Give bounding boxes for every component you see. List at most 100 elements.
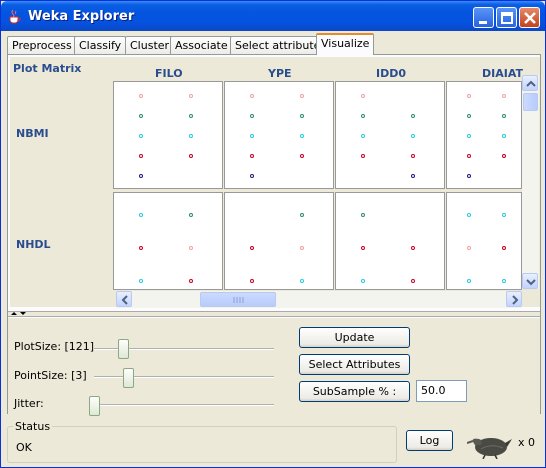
vertical-scroll-thumb[interactable]	[523, 93, 538, 111]
scatter-point	[411, 246, 415, 250]
scatter-point	[250, 134, 254, 138]
scatter-point	[361, 154, 365, 158]
tab-associate[interactable]: Associate	[170, 36, 233, 55]
arrow-left-icon	[121, 295, 128, 305]
java-cup-icon	[9, 9, 21, 24]
scatter-cell-nbmi-diaiat[interactable]	[446, 81, 522, 189]
plotsize-label: PlotSize: [121]	[14, 340, 95, 353]
scatter-cell-nhdl-filo[interactable]	[113, 192, 223, 290]
scatter-point	[467, 134, 471, 138]
minimize-button[interactable]	[473, 7, 494, 28]
scatter-point	[502, 279, 506, 283]
select-attributes-button[interactable]: Select Attributes	[299, 354, 410, 375]
scroll-right-button[interactable]	[506, 291, 522, 307]
plot-matrix-label: Plot Matrix	[13, 62, 82, 75]
status-title: Status	[13, 420, 53, 433]
scatter-point	[411, 174, 415, 178]
update-button[interactable]: Update	[299, 327, 410, 348]
scatter-point	[189, 134, 193, 138]
horizontal-scroll-thumb[interactable]	[200, 292, 276, 307]
scatter-point	[300, 213, 304, 217]
close-button[interactable]	[519, 7, 540, 28]
plotsize-slider-thumb[interactable]	[118, 339, 129, 359]
scatter-cell-nhdl-diaiat[interactable]	[446, 192, 522, 290]
weka-explorer-window: Weka Explorer Preprocess Classify Cluste…	[0, 0, 546, 468]
pointsize-label: PointSize: [3]	[14, 369, 87, 382]
scatter-point	[502, 134, 506, 138]
scatter-point	[361, 279, 365, 283]
title-bar[interactable]: Weka Explorer	[1, 1, 545, 31]
log-button[interactable]: Log	[406, 430, 453, 451]
window-title: Weka Explorer	[28, 9, 135, 24]
scatter-cell-nhdl-ype[interactable]	[224, 192, 334, 290]
arrow-right-icon	[512, 295, 519, 305]
subsample-input[interactable]: 50.0	[416, 380, 467, 402]
scatter-point	[361, 94, 365, 98]
scatter-point	[361, 246, 365, 250]
plot-matrix: Plot Matrix FILO YPE IDD0 DIAIAT NBMI NH…	[10, 57, 540, 308]
scroll-down-button[interactable]	[522, 273, 538, 289]
scatter-point	[300, 134, 304, 138]
scatter-point	[361, 114, 365, 118]
jitter-slider-track[interactable]	[94, 404, 274, 406]
scatter-point	[139, 279, 143, 283]
subsample-button[interactable]: SubSample % :	[299, 381, 410, 402]
scatter-point	[467, 94, 471, 98]
scatter-point	[300, 154, 304, 158]
scroll-left-button[interactable]	[116, 291, 132, 307]
scatter-cell-nhdl-idd0[interactable]	[335, 192, 445, 290]
scatter-point	[502, 213, 506, 217]
scatter-point	[467, 154, 471, 158]
scatter-point	[300, 279, 304, 283]
pointsize-slider-thumb[interactable]	[123, 368, 134, 388]
vertical-scrollbar[interactable]	[522, 75, 539, 289]
weka-bird-icon	[467, 438, 512, 459]
pointsize-slider-track[interactable]	[94, 376, 274, 378]
column-label-diaiat: DIAIAT	[482, 67, 523, 80]
scatter-point	[467, 213, 471, 217]
scatter-point	[139, 114, 143, 118]
scatter-point	[189, 114, 193, 118]
horizontal-scrollbar[interactable]	[116, 291, 522, 308]
scatter-point	[300, 246, 304, 250]
arrow-down-icon	[526, 279, 536, 286]
scatter-point	[250, 279, 254, 283]
scatter-point	[361, 134, 365, 138]
column-label-idd0: IDD0	[376, 67, 407, 80]
tab-visualize[interactable]: Visualize	[316, 33, 375, 55]
close-icon	[524, 12, 536, 24]
scatter-cell-nbmi-filo[interactable]	[113, 81, 223, 189]
scatter-point	[502, 246, 506, 250]
scatter-point	[250, 114, 254, 118]
scatter-point	[502, 94, 506, 98]
scatter-point	[502, 154, 506, 158]
scroll-up-button[interactable]	[522, 75, 538, 91]
split-pane-divider[interactable]	[8, 311, 540, 317]
status-panel: Status OK	[7, 420, 397, 463]
jitter-slider-thumb[interactable]	[89, 396, 100, 416]
maximize-icon	[501, 12, 513, 24]
scatter-point	[300, 94, 304, 98]
scatter-point	[139, 246, 143, 250]
row-label-nbmi: NBMI	[16, 127, 49, 140]
scatter-point	[411, 134, 415, 138]
scatter-point	[189, 154, 193, 158]
column-label-filo: FILO	[155, 67, 183, 80]
task-count: x 0	[518, 436, 536, 449]
scatter-point	[189, 279, 193, 283]
scatter-cell-nbmi-ype[interactable]	[224, 81, 334, 189]
tab-classify[interactable]: Classify	[74, 36, 127, 55]
scatter-point	[189, 246, 193, 250]
scatter-point	[250, 246, 254, 250]
scatter-cell-nbmi-idd0[interactable]	[335, 81, 445, 189]
scatter-point	[467, 114, 471, 118]
scatter-point	[250, 94, 254, 98]
scatter-point	[250, 174, 254, 178]
tab-cluster[interactable]: Cluster	[125, 36, 175, 55]
split-arrows-icon[interactable]	[10, 311, 30, 317]
maximize-button[interactable]	[496, 7, 517, 28]
controls-panel: PlotSize: [121] PointSize: [3] Jitter: U…	[8, 318, 540, 416]
arrow-up-icon	[526, 80, 536, 87]
scatter-point	[411, 154, 415, 158]
tab-preprocess[interactable]: Preprocess	[7, 36, 77, 55]
